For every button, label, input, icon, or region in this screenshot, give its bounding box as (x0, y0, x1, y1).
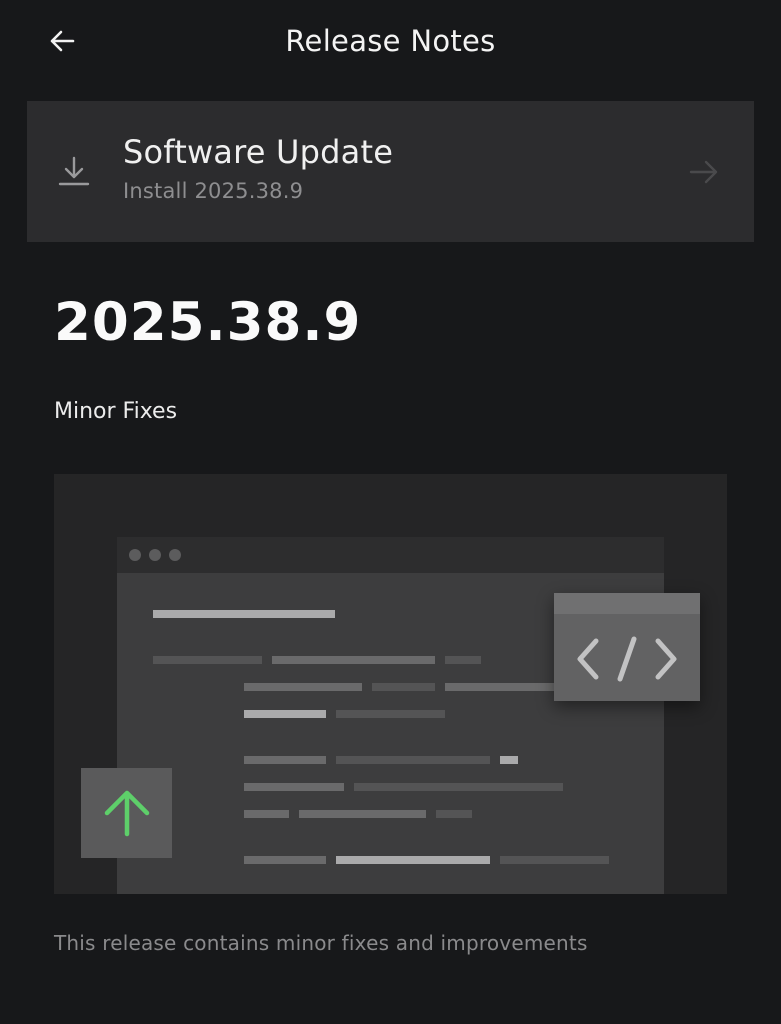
placeholder-line (244, 756, 326, 764)
placeholder-line (299, 810, 426, 818)
window-dot (169, 549, 181, 561)
placeholder-line (244, 856, 326, 864)
placeholder-line (153, 610, 335, 618)
placeholder-line (445, 656, 481, 664)
placeholder-line (153, 656, 262, 664)
release-description: This release contains minor fixes and im… (54, 931, 588, 955)
placeholder-line (244, 783, 344, 791)
placeholder-line (500, 856, 609, 864)
window-titlebar (117, 537, 664, 573)
software-update-card[interactable] (27, 101, 754, 242)
placeholder-line (244, 683, 362, 691)
code-snippet-card (554, 593, 700, 701)
window-dot (149, 549, 161, 561)
version-number: 2025.38.9 (54, 292, 362, 353)
release-heading: Minor Fixes (54, 399, 178, 424)
arrow-up-icon (104, 790, 150, 837)
release-notes-screen: Release Notes Software Update Install 20… (0, 0, 781, 1024)
placeholder-line (336, 710, 445, 718)
arrow-right-icon (689, 160, 718, 184)
placeholder-line (272, 656, 435, 664)
placeholder-line (372, 683, 435, 691)
placeholder-line (336, 856, 490, 864)
upgrade-card (81, 768, 172, 858)
header: Release Notes (0, 0, 781, 84)
download-icon (58, 156, 90, 186)
placeholder-line (500, 756, 518, 764)
placeholder-line (445, 683, 555, 691)
code-brackets-icon (577, 636, 677, 682)
placeholder-line (436, 810, 472, 818)
placeholder-line (244, 710, 326, 718)
code-card-titlebar (554, 593, 700, 614)
placeholder-line (354, 783, 563, 791)
window-dot (129, 549, 141, 561)
software-update-title: Software Update (123, 133, 394, 171)
page-title: Release Notes (285, 24, 496, 58)
software-update-subtitle: Install 2025.38.9 (123, 179, 304, 203)
placeholder-line (244, 810, 289, 818)
browser-window-icon (117, 537, 664, 894)
placeholder-line (336, 756, 490, 764)
release-illustration (54, 474, 727, 894)
